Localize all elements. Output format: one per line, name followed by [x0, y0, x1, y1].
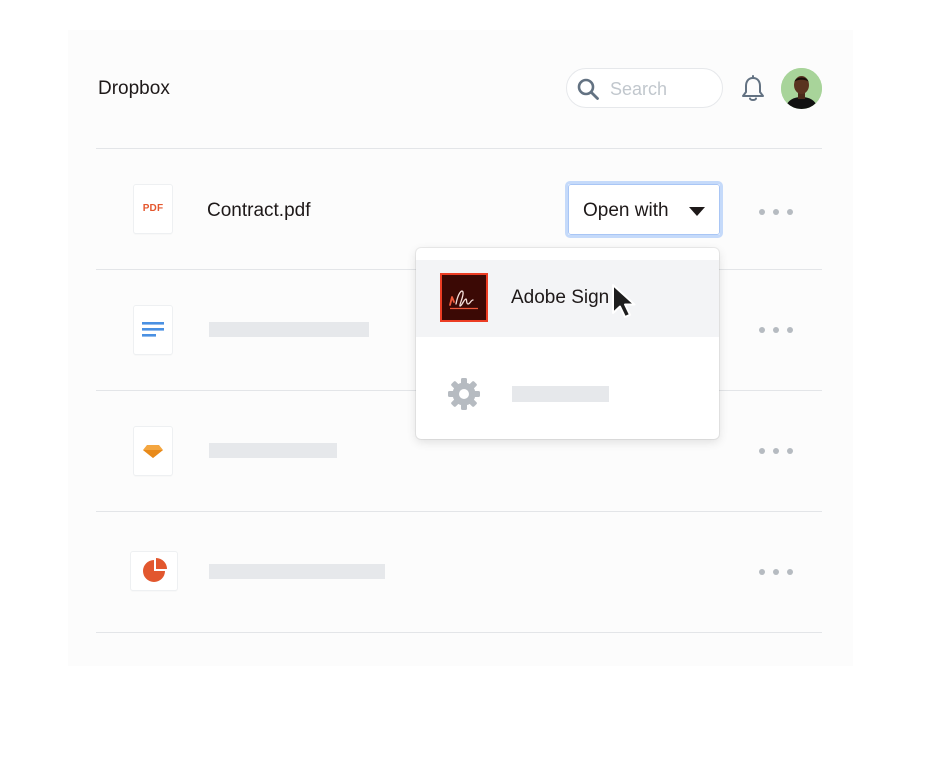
caret-down-icon [689, 207, 705, 216]
mouse-pointer-icon [612, 284, 636, 318]
adobe-sign-icon [440, 273, 488, 322]
bell-icon[interactable] [740, 75, 766, 103]
menu-item-placeholder [512, 386, 609, 402]
avatar-image [781, 68, 822, 109]
more-options-icon[interactable] [759, 569, 793, 577]
app-title: Dropbox [98, 78, 170, 99]
menu-item-adobe-sign[interactable]: Adobe Sign [416, 260, 719, 337]
open-with-button[interactable]: Open with [565, 181, 723, 238]
open-with-label: Open with [583, 200, 669, 221]
pdf-file-icon: PDF [134, 185, 172, 233]
file-name-placeholder [209, 322, 369, 337]
more-options-icon[interactable] [759, 448, 793, 456]
more-options-icon[interactable] [759, 209, 793, 217]
file-name[interactable]: Contract.pdf [207, 200, 311, 222]
file-name-placeholder [209, 443, 337, 458]
user-avatar[interactable] [781, 68, 822, 109]
gear-icon[interactable] [447, 377, 481, 411]
row-divider [96, 632, 822, 633]
presentation-file-icon [131, 552, 177, 590]
row-divider [96, 511, 822, 512]
search-icon [577, 78, 599, 100]
pdf-type-label: PDF [142, 203, 164, 214]
more-options-icon[interactable] [759, 327, 793, 335]
document-file-icon [134, 306, 172, 354]
file-name-placeholder [209, 564, 385, 579]
open-with-menu: Adobe Sign [416, 248, 719, 439]
row-divider [96, 148, 822, 149]
search-input[interactable]: Search [566, 68, 723, 108]
sketch-file-icon [134, 427, 172, 475]
menu-item-label: Adobe Sign [511, 287, 610, 308]
search-placeholder: Search [610, 79, 668, 99]
